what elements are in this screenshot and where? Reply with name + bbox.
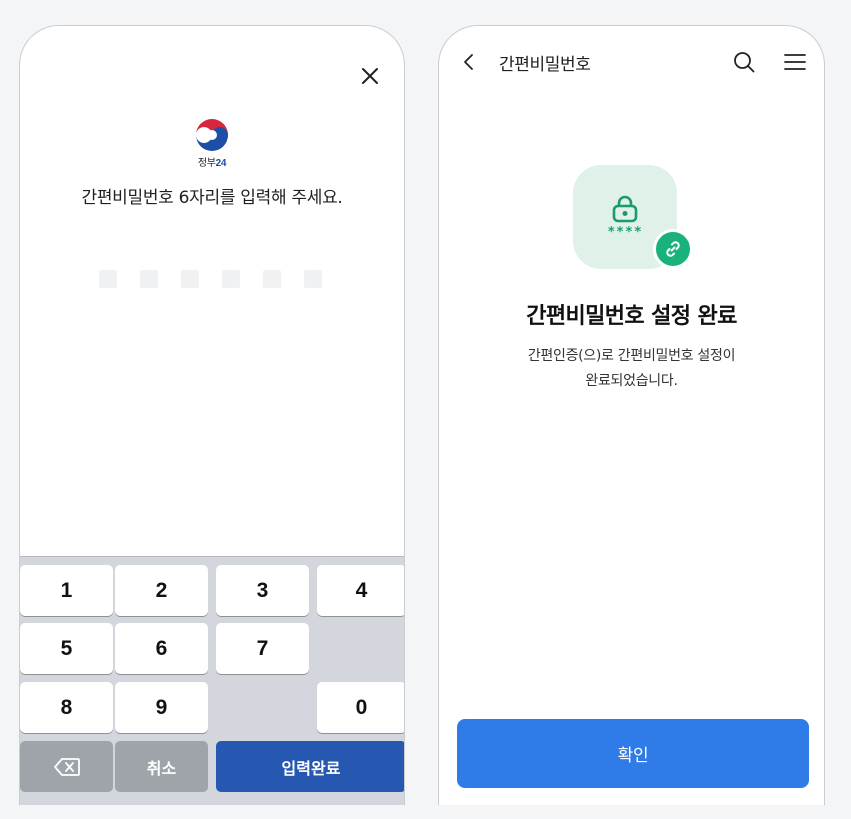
confirm-button[interactable]: 확인 bbox=[457, 719, 809, 788]
setup-complete-screen: 간편비밀번호 **** 간편비밀번호 설정 완료 간편인증(으)로 간편비밀번호… bbox=[438, 25, 825, 805]
backspace-key[interactable] bbox=[20, 741, 113, 792]
description-line-1: 간편인증(으)로 간편비밀번호 설정이 bbox=[527, 348, 736, 364]
pin-dot bbox=[222, 270, 240, 288]
key-5[interactable]: 5 bbox=[20, 623, 113, 674]
password-mask: **** bbox=[607, 224, 643, 240]
password-illustration: **** bbox=[573, 165, 693, 275]
key-8[interactable]: 8 bbox=[20, 682, 113, 733]
key-0[interactable]: 0 bbox=[317, 682, 404, 733]
input-complete-key[interactable]: 입력완료 bbox=[216, 741, 404, 792]
key-4[interactable]: 4 bbox=[317, 565, 404, 616]
secure-keypad: 1 2 3 4 5 6 7 8 9 0 취소 입력완료 bbox=[20, 556, 404, 805]
key-6[interactable]: 6 bbox=[115, 623, 208, 674]
cancel-key[interactable]: 취소 bbox=[115, 741, 208, 792]
chevron-left-icon bbox=[464, 54, 473, 70]
key-2[interactable]: 2 bbox=[115, 565, 208, 616]
pin-dot bbox=[304, 270, 322, 288]
key-3[interactable]: 3 bbox=[216, 565, 309, 616]
search-icon bbox=[734, 52, 755, 73]
taegeuk-icon bbox=[196, 119, 228, 151]
pin-dot bbox=[263, 270, 281, 288]
completion-title: 간편비밀번호 설정 완료 bbox=[526, 304, 737, 329]
pin-prompt: 간편비밀번호 6자리를 입력해 주세요. bbox=[81, 188, 343, 208]
lock-icon bbox=[612, 195, 638, 222]
back-button[interactable] bbox=[457, 50, 481, 74]
hamburger-menu-icon bbox=[784, 54, 806, 70]
key-9[interactable]: 9 bbox=[115, 682, 208, 733]
pin-entry-screen: 정부24 간편비밀번호 6자리를 입력해 주세요. 1 2 3 4 5 6 7 … bbox=[19, 25, 405, 805]
link-badge bbox=[653, 229, 693, 269]
gov24-logo: 정부24 bbox=[20, 118, 404, 169]
key-1[interactable]: 1 bbox=[20, 565, 113, 616]
header: 간편비밀번호 bbox=[439, 26, 824, 96]
pin-dot bbox=[99, 270, 117, 288]
description-line-2: 완료되었습니다. bbox=[585, 373, 678, 389]
close-button[interactable] bbox=[356, 62, 384, 90]
close-icon bbox=[362, 68, 378, 84]
pin-indicator bbox=[99, 270, 322, 288]
completion-description: 간편인증(으)로 간편비밀번호 설정이 완료되었습니다. bbox=[439, 344, 824, 394]
gov24-logo-text: 정부24 bbox=[197, 158, 227, 169]
link-icon bbox=[666, 241, 680, 257]
pin-dot bbox=[181, 270, 199, 288]
backspace-icon bbox=[53, 757, 80, 776]
page-title: 간편비밀번호 bbox=[499, 55, 591, 75]
pin-dot bbox=[140, 270, 158, 288]
menu-button[interactable] bbox=[783, 50, 807, 74]
search-button[interactable] bbox=[732, 50, 756, 74]
key-7[interactable]: 7 bbox=[216, 623, 309, 674]
